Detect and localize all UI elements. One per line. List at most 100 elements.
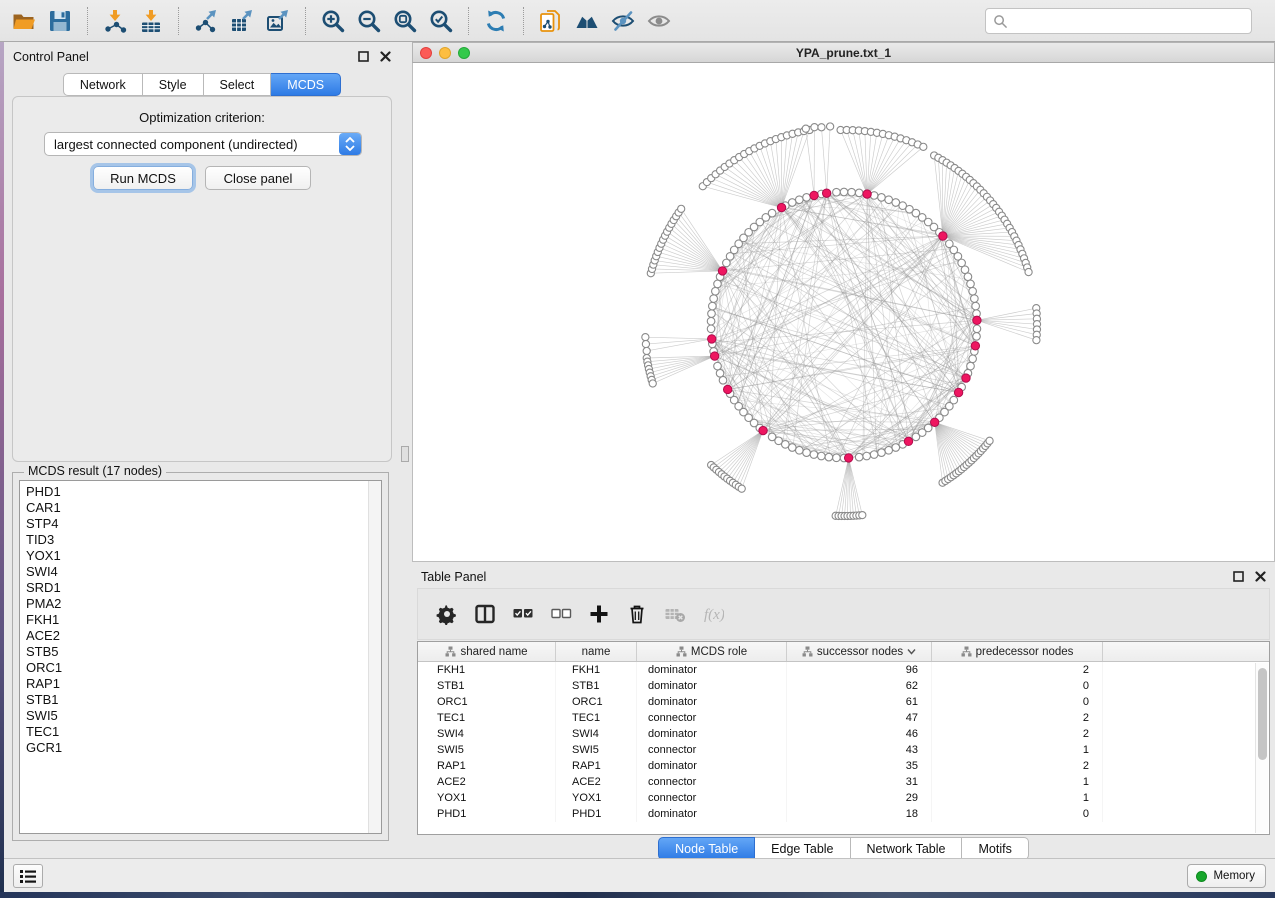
network-node[interactable] bbox=[870, 451, 878, 459]
hide-graphics-button[interactable] bbox=[605, 4, 641, 38]
network-node[interactable] bbox=[788, 199, 796, 207]
optimization-criterion-select[interactable]: largest connected component (undirected) bbox=[44, 132, 362, 156]
network-node[interactable] bbox=[707, 325, 715, 333]
mcds-result-item[interactable]: STB1 bbox=[26, 692, 381, 708]
network-node[interactable] bbox=[710, 295, 718, 303]
network-hub-node[interactable] bbox=[718, 267, 726, 275]
select-all-button[interactable] bbox=[504, 595, 542, 633]
network-node[interactable] bbox=[796, 446, 804, 454]
network-node[interactable] bbox=[967, 280, 975, 288]
network-hub-node[interactable] bbox=[822, 189, 830, 197]
network-leaf-node[interactable] bbox=[642, 340, 649, 347]
network-canvas[interactable] bbox=[412, 63, 1275, 562]
network-hub-node[interactable] bbox=[962, 374, 970, 382]
network-node[interactable] bbox=[892, 444, 900, 452]
delete-row-button[interactable] bbox=[618, 595, 656, 633]
network-leaf-node[interactable] bbox=[920, 143, 927, 150]
mcds-result-item[interactable]: PHD1 bbox=[26, 484, 381, 500]
network-hub-node[interactable] bbox=[844, 454, 852, 462]
show-graphics-button[interactable] bbox=[641, 4, 677, 38]
network-node[interactable] bbox=[972, 302, 980, 310]
mcds-result-item[interactable]: GCR1 bbox=[26, 740, 381, 756]
run-mcds-button[interactable]: Run MCDS bbox=[93, 166, 193, 190]
network-node[interactable] bbox=[716, 369, 724, 377]
table-row[interactable]: PHD1PHD1dominator180 bbox=[418, 806, 1269, 822]
search-input[interactable] bbox=[1013, 11, 1251, 31]
network-node[interactable] bbox=[969, 355, 977, 363]
mcds-result-item[interactable]: STB5 bbox=[26, 644, 381, 660]
network-node[interactable] bbox=[885, 196, 893, 204]
network-node[interactable] bbox=[840, 188, 848, 196]
zoom-out-button[interactable] bbox=[351, 4, 387, 38]
overview-button[interactable] bbox=[569, 4, 605, 38]
network-node[interactable] bbox=[885, 446, 893, 454]
network-hub-node[interactable] bbox=[710, 352, 718, 360]
network-node[interactable] bbox=[969, 287, 977, 295]
settings-button[interactable] bbox=[428, 595, 466, 633]
network-hub-node[interactable] bbox=[954, 388, 962, 396]
window-zoom-button[interactable] bbox=[458, 47, 470, 59]
network-node[interactable] bbox=[803, 194, 811, 202]
network-node[interactable] bbox=[973, 325, 981, 333]
zoom-selected-button[interactable] bbox=[423, 4, 459, 38]
export-image-button[interactable] bbox=[260, 4, 296, 38]
network-node[interactable] bbox=[714, 362, 722, 370]
tab-mcds[interactable]: MCDS bbox=[271, 73, 341, 96]
table-row[interactable]: SWI5SWI5connector431 bbox=[418, 742, 1269, 758]
network-hub-node[interactable] bbox=[973, 316, 981, 324]
network-hub-node[interactable] bbox=[759, 426, 767, 434]
network-node[interactable] bbox=[714, 280, 722, 288]
export-network-button[interactable] bbox=[188, 4, 224, 38]
table-row[interactable]: ORC1ORC1dominator610 bbox=[418, 694, 1269, 710]
clone-network-button[interactable] bbox=[533, 4, 569, 38]
table-row[interactable]: RAP1RAP1dominator352 bbox=[418, 758, 1269, 774]
column-header-MCDS-role[interactable]: MCDS role bbox=[637, 642, 787, 661]
network-node[interactable] bbox=[964, 273, 972, 281]
zoom-fit-button[interactable] bbox=[387, 4, 423, 38]
float-panel-icon[interactable] bbox=[357, 50, 370, 63]
tab-network[interactable]: Network bbox=[63, 73, 143, 96]
network-node[interactable] bbox=[833, 188, 841, 196]
network-node[interactable] bbox=[855, 189, 863, 197]
mcds-list-scrollbar[interactable] bbox=[368, 481, 381, 833]
mcds-result-item[interactable]: FKH1 bbox=[26, 612, 381, 628]
tab-node-table[interactable]: Node Table bbox=[658, 837, 755, 860]
network-node[interactable] bbox=[825, 453, 833, 461]
network-node[interactable] bbox=[971, 295, 979, 303]
mcds-result-item[interactable]: ACE2 bbox=[26, 628, 381, 644]
network-hub-node[interactable] bbox=[931, 418, 939, 426]
mcds-result-item[interactable]: STP4 bbox=[26, 516, 381, 532]
mcds-result-item[interactable]: SWI5 bbox=[26, 708, 381, 724]
table-row[interactable]: SWI4SWI4dominator462 bbox=[418, 726, 1269, 742]
network-leaf-node[interactable] bbox=[827, 123, 834, 130]
network-node[interactable] bbox=[912, 433, 920, 441]
mcds-result-item[interactable]: TID3 bbox=[26, 532, 381, 548]
network-leaf-node[interactable] bbox=[738, 485, 745, 492]
network-leaf-node[interactable] bbox=[986, 437, 993, 444]
tab-style[interactable]: Style bbox=[143, 73, 204, 96]
tab-motifs[interactable]: Motifs bbox=[962, 837, 1028, 860]
open-folder-button[interactable] bbox=[6, 4, 42, 38]
network-node[interactable] bbox=[967, 362, 975, 370]
mcds-result-item[interactable]: SRD1 bbox=[26, 580, 381, 596]
network-node[interactable] bbox=[708, 310, 716, 318]
network-leaf-node[interactable] bbox=[1025, 268, 1032, 275]
close-panel-button[interactable]: Close panel bbox=[205, 166, 311, 190]
network-node[interactable] bbox=[833, 454, 841, 462]
table-row[interactable]: STB1STB1dominator620 bbox=[418, 678, 1269, 694]
mcds-result-item[interactable]: SWI4 bbox=[26, 564, 381, 580]
network-leaf-node[interactable] bbox=[818, 124, 825, 131]
network-hub-node[interactable] bbox=[904, 437, 912, 445]
export-table-button[interactable] bbox=[224, 4, 260, 38]
tab-select[interactable]: Select bbox=[204, 73, 272, 96]
network-hub-node[interactable] bbox=[723, 385, 731, 393]
save-button[interactable] bbox=[42, 4, 78, 38]
close-panel-icon[interactable] bbox=[379, 50, 392, 63]
network-node[interactable] bbox=[803, 449, 811, 457]
task-history-button[interactable] bbox=[13, 864, 43, 888]
network-leaf-node[interactable] bbox=[1033, 337, 1040, 344]
import-table-button[interactable] bbox=[133, 4, 169, 38]
network-hub-node[interactable] bbox=[971, 342, 979, 350]
network-node[interactable] bbox=[810, 451, 818, 459]
network-node[interactable] bbox=[848, 188, 856, 196]
